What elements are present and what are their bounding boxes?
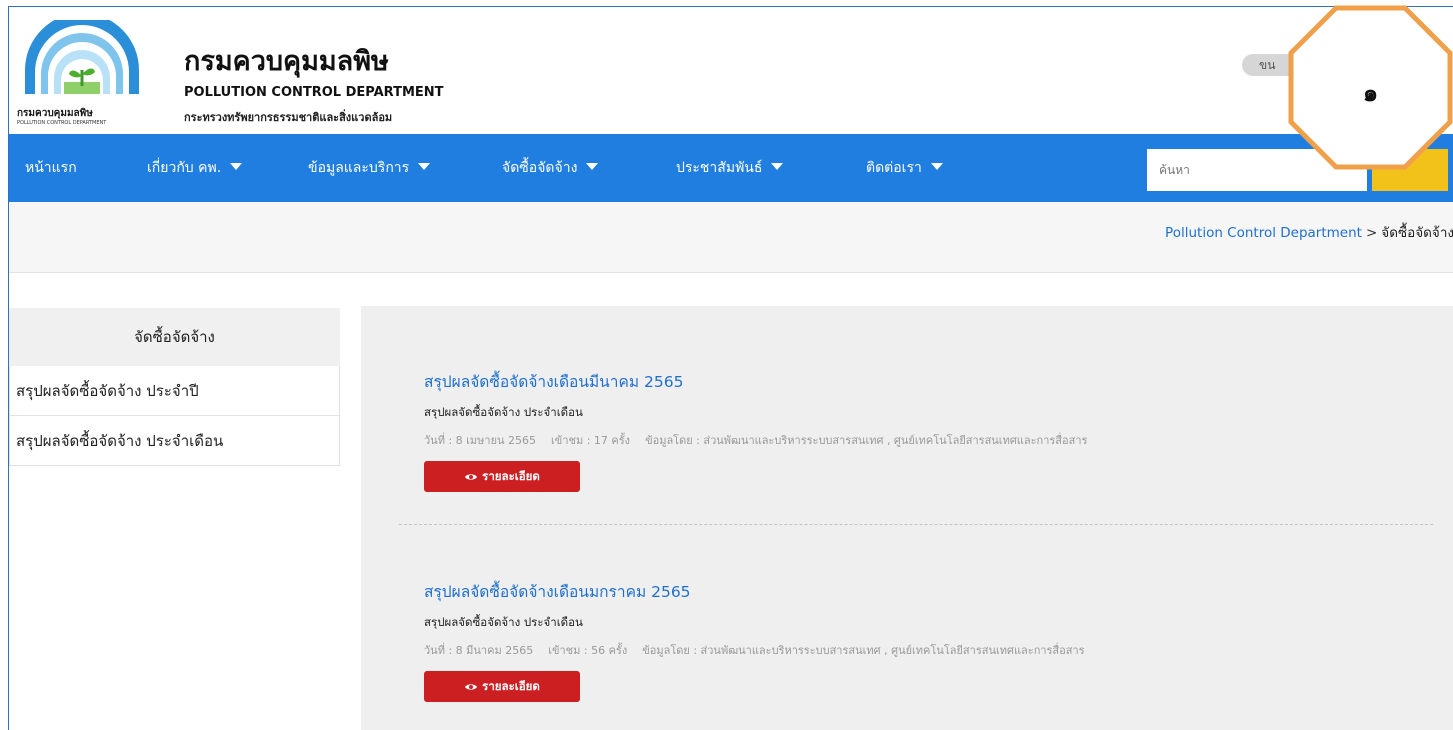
breadcrumb-bar: Pollution Control Department > จัดซื้อจัดจ… bbox=[9, 202, 1453, 273]
post-views: เข้าชม : 17 ครั้ง bbox=[551, 434, 631, 447]
annotation-number: ๑ bbox=[1362, 79, 1379, 107]
detail-button-label: รายละเอียด bbox=[482, 678, 540, 693]
sidebar: จัดซื้อจัดจ้าง สรุปผลจัดซื้อจัดจ้าง ประจ… bbox=[9, 308, 340, 466]
post-list: สรุปผลจัดซื้อจัดจ้างเดือนมีนาคม 2565 สรุ… bbox=[361, 306, 1453, 730]
post-date: วันที่ : 8 มีนาคม 2565 bbox=[424, 644, 534, 657]
detail-button[interactable]: รายละเอียด bbox=[424, 461, 580, 492]
post-category: สรุปผลจัดซื้อจัดจ้าง ประจำเดือน bbox=[424, 615, 583, 629]
detail-button-label: รายละเอียด bbox=[482, 468, 540, 483]
breadcrumb-separator: > bbox=[1365, 225, 1378, 241]
nav-label: ข้อมูลและบริการ bbox=[308, 160, 410, 176]
caret-down-icon bbox=[930, 162, 943, 170]
site-header: กรมควบคุมมลพิษ POLLUTION CONTROL DEPARTM… bbox=[9, 7, 1453, 133]
breadcrumb-current: จัดซื้อจัดจ้าง bbox=[1381, 225, 1453, 241]
nav-item-procurement[interactable]: จัดซื้อจัดจ้าง bbox=[502, 134, 599, 202]
nav-item-home[interactable]: หน้าแรก bbox=[25, 134, 77, 202]
sidebar-item-annual-summary[interactable]: สรุปผลจัดซื้อจัดจ้าง ประจำปี bbox=[9, 366, 340, 416]
detail-button[interactable]: รายละเอียด bbox=[424, 671, 580, 702]
post-source: ข้อมูลโดย : ส่วนพัฒนาและบริหารระบบสารสนเ… bbox=[645, 434, 1088, 447]
eye-icon bbox=[465, 473, 478, 480]
site-title-thai: กรมควบคุมมลพิษ bbox=[184, 46, 389, 77]
caret-down-icon bbox=[586, 162, 599, 170]
breadcrumb-home-link[interactable]: Pollution Control Department bbox=[1165, 225, 1362, 241]
nav-item-about[interactable]: เกี่ยวกับ คพ. bbox=[147, 134, 243, 202]
post-item: สรุปผลจัดซื้อจัดจ้างเดือนมกราคม 2565 สรุ… bbox=[424, 579, 1100, 702]
browser-viewport: กรมควบคุมมลพิษ POLLUTION CONTROL DEPARTM… bbox=[8, 6, 1453, 730]
site-brand[interactable]: กรมควบคุมมลพิษ POLLUTION CONTROL DEPARTM… bbox=[184, 45, 444, 126]
post-meta: วันที่ : 8 มีนาคม 2565 เข้าชม : 56 ครั้ง ข… bbox=[424, 641, 1100, 659]
nav-label: หน้าแรก bbox=[25, 160, 77, 176]
post-views: เข้าชม : 56 ครั้ง bbox=[548, 644, 628, 657]
nav-item-info-services[interactable]: ข้อมูลและบริการ bbox=[308, 134, 431, 202]
ministry-name: กระทรวงทรัพยากรธรรมชาติและสิ่งแวดล้อม bbox=[184, 111, 393, 124]
caret-down-icon bbox=[418, 162, 431, 170]
logo-emblem-icon bbox=[25, 13, 139, 94]
nav-label: เกี่ยวกับ คพ. bbox=[147, 160, 222, 176]
caret-down-icon bbox=[230, 162, 243, 170]
nav-label: จัดซื้อจัดจ้าง bbox=[502, 160, 578, 176]
post-title-link[interactable]: สรุปผลจัดซื้อจัดจ้างเดือนมกราคม 2565 bbox=[424, 579, 1100, 604]
nav-item-public-relations[interactable]: ประชาสัมพันธ์ bbox=[676, 134, 784, 202]
post-category: สรุปผลจัดซื้อจัดจ้าง ประจำเดือน bbox=[424, 405, 583, 419]
site-title-english: POLLUTION CONTROL DEPARTMENT bbox=[184, 85, 444, 100]
nav-label: ประชาสัมพันธ์ bbox=[676, 160, 763, 176]
pcd-logo[interactable]: กรมควบคุมมลพิษ POLLUTION CONTROL DEPARTM… bbox=[17, 13, 147, 128]
eye-icon bbox=[465, 683, 478, 690]
nav-item-contact[interactable]: ติดต่อเรา bbox=[866, 134, 943, 202]
post-title-link[interactable]: สรุปผลจัดซื้อจัดจ้างเดือนมีนาคม 2565 bbox=[424, 369, 1102, 394]
post-divider bbox=[399, 524, 1433, 525]
logo-caption-thai: กรมควบคุมมลพิษ bbox=[17, 108, 93, 119]
logo-caption-english: POLLUTION CONTROL DEPARTMENT bbox=[17, 120, 107, 126]
post-date: วันที่ : 8 เมษายน 2565 bbox=[424, 434, 537, 447]
breadcrumb: Pollution Control Department > จัดซื้อจัดจ… bbox=[1165, 202, 1453, 272]
nav-label: ติดต่อเรา bbox=[866, 160, 922, 176]
post-item: สรุปผลจัดซื้อจัดจ้างเดือนมีนาคม 2565 สรุ… bbox=[424, 369, 1102, 492]
sidebar-title: จัดซื้อจัดจ้าง bbox=[9, 308, 340, 366]
caret-down-icon bbox=[771, 162, 784, 170]
post-source: ข้อมูลโดย : ส่วนพัฒนาและบริหารระบบสารสนเ… bbox=[642, 644, 1085, 657]
post-meta: วันที่ : 8 เมษายน 2565 เข้าชม : 17 ครั้ง ข… bbox=[424, 431, 1102, 449]
main-navigation: หน้าแรก เกี่ยวกับ คพ. ข้อมูลและบริการ จั… bbox=[9, 134, 1453, 202]
sidebar-item-monthly-summary[interactable]: สรุปผลจัดซื้อจัดจ้าง ประจำเดือน bbox=[9, 416, 340, 466]
